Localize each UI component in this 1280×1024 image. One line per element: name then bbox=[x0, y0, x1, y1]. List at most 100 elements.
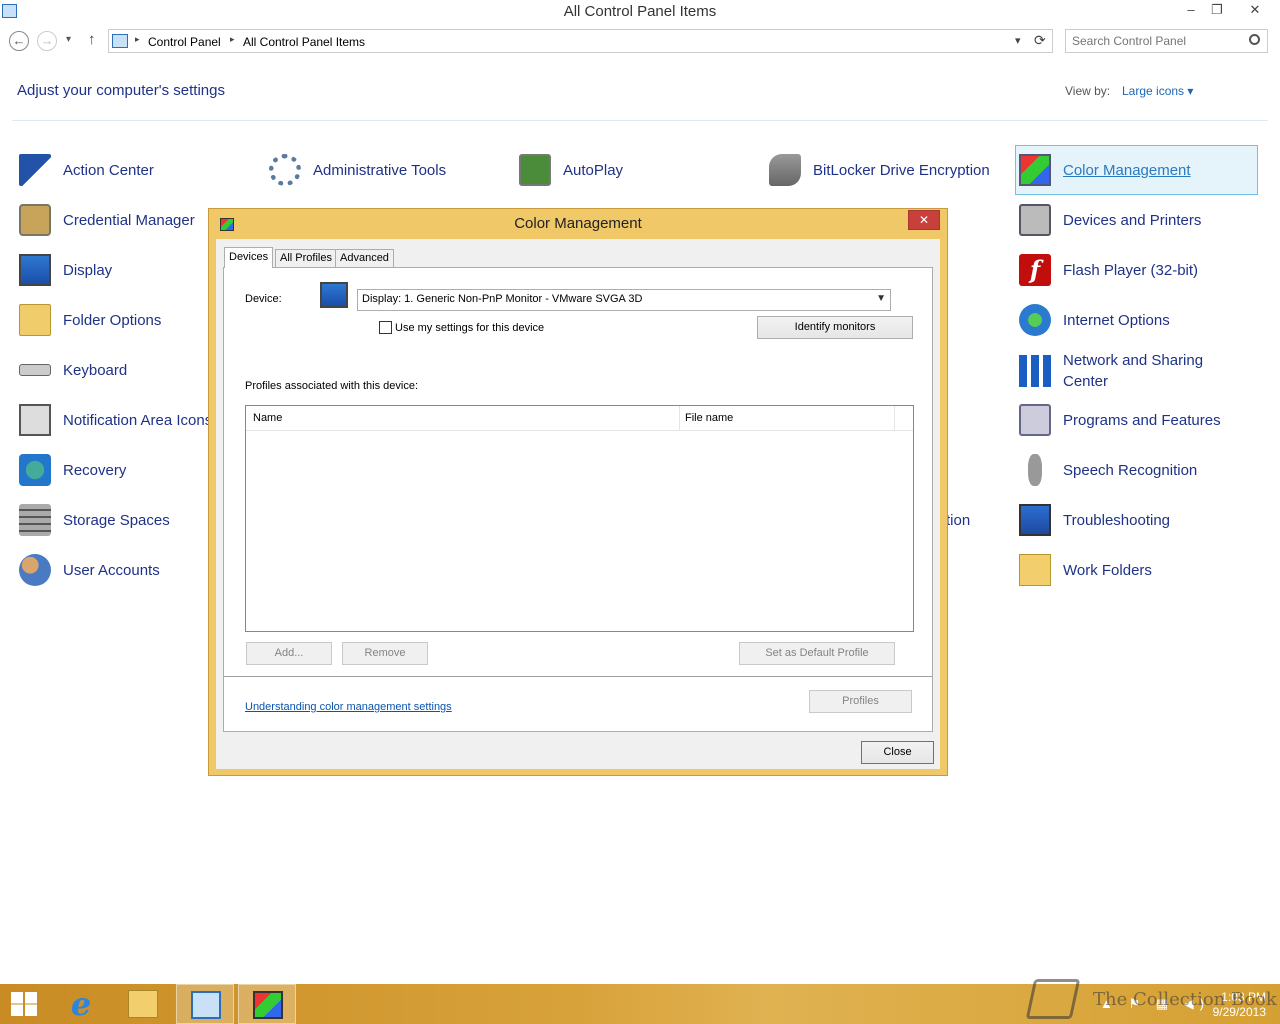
profiles-label: Profiles associated with this device: bbox=[245, 380, 419, 392]
column-separator[interactable] bbox=[894, 406, 895, 430]
remove-button[interactable]: Remove bbox=[342, 642, 428, 665]
dialog-client: Devices All Profiles Advanced Device: Di… bbox=[216, 239, 940, 769]
item-label: tion bbox=[946, 511, 971, 529]
device-select[interactable]: Display: 1. Generic Non-PnP Monitor - VM… bbox=[357, 289, 891, 311]
item-partial-hidden[interactable]: tion bbox=[946, 497, 970, 543]
globe-icon bbox=[1019, 304, 1051, 336]
item-devices-printers[interactable]: Devices and Printers bbox=[1016, 197, 1201, 243]
microphone-icon bbox=[1028, 454, 1042, 486]
address-bar[interactable]: ▸ Control Panel ▸ All Control Panel Item… bbox=[108, 29, 1053, 53]
internet-explorer-icon: e bbox=[70, 985, 92, 1023]
item-label: Troubleshooting bbox=[1063, 511, 1171, 529]
header-divider bbox=[12, 120, 1268, 121]
device-label: Device: bbox=[245, 293, 282, 305]
search-box[interactable] bbox=[1065, 29, 1268, 53]
item-troubleshooting[interactable]: Troubleshooting bbox=[1016, 497, 1170, 543]
item-bitlocker[interactable]: BitLocker Drive Encryption bbox=[766, 147, 990, 193]
item-network-sharing[interactable]: Network and Sharing Center bbox=[1016, 347, 1238, 395]
autoplay-icon bbox=[519, 154, 551, 186]
item-internet-options[interactable]: Internet Options bbox=[1016, 297, 1170, 343]
item-recovery[interactable]: Recovery bbox=[16, 447, 126, 493]
item-label: Action Center bbox=[63, 161, 154, 179]
dialog-close-button[interactable]: ✕ bbox=[908, 210, 940, 230]
breadcrumb-separator[interactable]: ▸ bbox=[230, 34, 235, 45]
up-button[interactable]: ↑ bbox=[88, 31, 96, 48]
breadcrumb-separator[interactable]: ▸ bbox=[135, 34, 140, 45]
close-button[interactable]: ✕ bbox=[1240, 0, 1270, 22]
view-mode-dropdown[interactable]: Large icons ▾ bbox=[1122, 84, 1193, 98]
devices-tab-panel: Device: Display: 1. Generic Non-PnP Moni… bbox=[223, 267, 933, 732]
use-my-settings-checkbox[interactable] bbox=[379, 321, 392, 334]
item-label: Devices and Printers bbox=[1063, 211, 1202, 229]
add-button[interactable]: Add... bbox=[246, 642, 332, 665]
item-work-folders[interactable]: Work Folders bbox=[1016, 547, 1152, 593]
item-speech-recognition[interactable]: Speech Recognition bbox=[1016, 447, 1197, 493]
users-icon bbox=[19, 554, 51, 586]
item-label: Flash Player (32-bit) bbox=[1063, 261, 1199, 279]
help-link[interactable]: Understanding color management settings bbox=[245, 701, 452, 713]
item-display[interactable]: Display bbox=[16, 247, 112, 293]
item-label: Programs and Features bbox=[1063, 411, 1221, 429]
item-folder-options[interactable]: Folder Options bbox=[16, 297, 161, 343]
column-header-file-name[interactable]: File name bbox=[685, 412, 733, 424]
profiles-button[interactable]: Profiles bbox=[809, 690, 912, 713]
taskbar-control-panel[interactable] bbox=[176, 984, 234, 1024]
recent-locations-button[interactable]: ▾ bbox=[66, 34, 71, 45]
item-notification-area[interactable]: Notification Area Icons bbox=[16, 397, 208, 443]
color-management-icon bbox=[253, 991, 283, 1019]
item-keyboard[interactable]: Keyboard bbox=[16, 347, 127, 393]
close-dialog-button[interactable]: Close bbox=[861, 741, 934, 764]
search-input[interactable] bbox=[1072, 34, 1242, 48]
back-button[interactable]: ← bbox=[9, 31, 29, 51]
printer-icon bbox=[1019, 204, 1051, 236]
breadcrumb-all-items[interactable]: All Control Panel Items bbox=[243, 35, 365, 49]
item-credential-manager[interactable]: Credential Manager bbox=[16, 197, 195, 243]
item-flash-player[interactable]: f Flash Player (32-bit) bbox=[1016, 247, 1198, 293]
forward-button[interactable]: → bbox=[37, 31, 57, 51]
breadcrumb-control-panel[interactable]: Control Panel bbox=[148, 35, 221, 49]
page-title: Adjust your computer's settings bbox=[17, 82, 225, 99]
refresh-button[interactable]: ⟳ bbox=[1034, 32, 1046, 49]
set-default-profile-button[interactable]: Set as Default Profile bbox=[739, 642, 895, 665]
profiles-list[interactable]: Name File name bbox=[245, 405, 914, 632]
column-separator[interactable] bbox=[679, 406, 680, 430]
notification-area-icon bbox=[19, 404, 51, 436]
item-label: Storage Spaces bbox=[63, 511, 170, 529]
monitor-icon bbox=[320, 282, 348, 308]
maximize-button[interactable]: ❐ bbox=[1204, 0, 1230, 22]
tab-advanced[interactable]: Advanced bbox=[335, 249, 394, 267]
view-by-label: View by: bbox=[1065, 84, 1111, 98]
identify-monitors-button[interactable]: Identify monitors bbox=[757, 316, 913, 339]
navigation-bar: ← → ▾ ↑ ▸ Control Panel ▸ All Control Pa… bbox=[0, 28, 1280, 54]
item-user-accounts[interactable]: User Accounts bbox=[16, 547, 160, 593]
search-icon[interactable] bbox=[1249, 34, 1260, 45]
use-my-settings-label[interactable]: Use my settings for this device bbox=[395, 322, 544, 334]
item-administrative-tools[interactable]: Administrative Tools bbox=[266, 147, 446, 193]
item-label: Work Folders bbox=[1063, 561, 1152, 579]
item-action-center[interactable]: Action Center bbox=[16, 147, 154, 193]
tab-all-profiles[interactable]: All Profiles bbox=[275, 249, 337, 267]
taskbar-file-explorer[interactable] bbox=[114, 984, 172, 1024]
item-programs-features[interactable]: Programs and Features bbox=[1016, 397, 1221, 443]
item-label: Credential Manager bbox=[63, 211, 195, 229]
item-label: AutoPlay bbox=[563, 161, 624, 179]
control-panel-icon bbox=[191, 991, 221, 1019]
key-icon bbox=[769, 154, 801, 186]
storage-icon bbox=[19, 504, 51, 536]
minimize-button[interactable]: – bbox=[1178, 0, 1204, 22]
taskbar-internet-explorer[interactable]: e bbox=[52, 984, 110, 1024]
column-header-name[interactable]: Name bbox=[253, 412, 282, 424]
item-label: Keyboard bbox=[63, 361, 128, 379]
gear-icon bbox=[269, 154, 301, 186]
taskbar-color-management[interactable] bbox=[238, 984, 296, 1024]
item-storage-spaces[interactable]: Storage Spaces bbox=[16, 497, 170, 543]
work-folder-icon bbox=[1019, 554, 1051, 586]
start-button[interactable] bbox=[0, 984, 58, 1024]
address-dropdown-button[interactable]: ▾ bbox=[1015, 34, 1021, 47]
item-color-management[interactable]: Color Management bbox=[1015, 145, 1258, 195]
chevron-down-icon: ▼ bbox=[876, 293, 886, 304]
tab-devices[interactable]: Devices bbox=[224, 247, 274, 268]
item-label: Recovery bbox=[63, 461, 127, 479]
device-select-value: Display: 1. Generic Non-PnP Monitor - VM… bbox=[362, 293, 643, 305]
item-autoplay[interactable]: AutoPlay bbox=[516, 147, 623, 193]
